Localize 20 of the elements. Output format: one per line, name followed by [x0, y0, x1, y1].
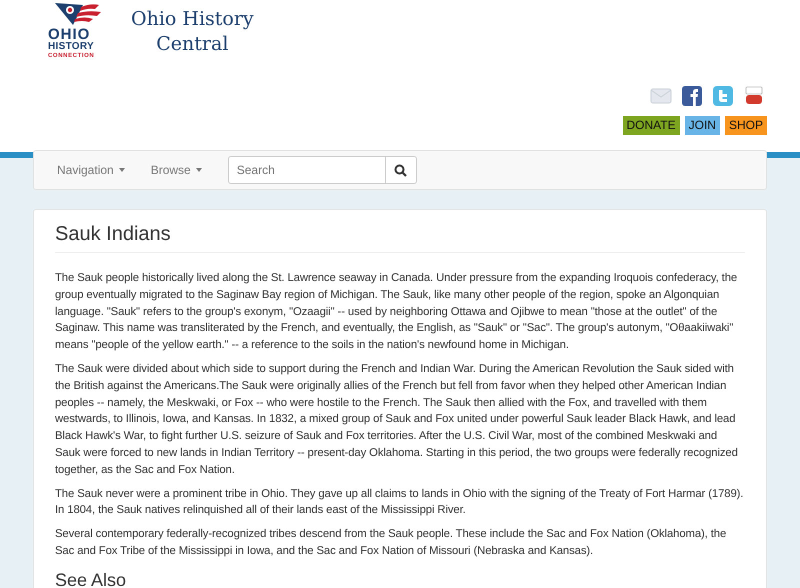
paragraph: The Sauk were divided about which side to support during the French and Indian War. During the American Revolution the Sauk sided with the British against the Americans.The Sauk were originally allies of the French but fell from favor when they helped other American Indian peoples -- namely, the Meskwaki, or Fox -- who were hostile to the French. The Sauk then allied with the Fox, and travelled with them westwards, to Illinois, Iowa, and Kansas. In 1832, a mixed group of Sauk and Fox united under powerful Sauk leader Black Hawk, and lead Black Hawk's War, to fight further U.S. seizure of Sauk and Fox territories. After the U.S. Civil War, most of the combined Meskwaki and Sauk were forced to new lands in Indian Territory -- present-day Oklahoma. Starting in this period, the two groups were federally recognized together, as the Sac and Fox Nation. [55, 362, 739, 478]
article-title: Sauk Indians [55, 223, 745, 253]
site-title[interactable]: Ohio History Central [131, 0, 254, 57]
paragraph: The Sauk people historically lived along the St. Lawrence seaway in Canada. Under pressure from the expanding Iroquois confederacy, the group eventually migrated to the Saginaw Bay region of Michigan. The Sauk, like many other people of the region, spoke an Algonquian language. "Sauk" refers to the group's exonym, "Ozaagii" -- used by neighboring Ottawa and Ojibwe to mean "those at the outlet" of the Saginaw. This name was transliterated by the French, and eventually, the English, as "Sauk" or "Sac". The group's autonym, "Oθaakiiwaki" means "people of the yellow earth." -- a reference to the soils in the nation's newfound home in Michigan. [55, 271, 738, 354]
search-button[interactable] [386, 156, 417, 184]
logo-text: OHIO [48, 27, 90, 42]
search-field[interactable]: Search [228, 156, 386, 184]
action-button[interactable]: JOIN [684, 116, 720, 135]
paragraph: The Sauk never were a prominent tribe in Ohio. They gave up all claims to lands in Ohio with the signing of the Treaty of Fort Harmar (1789). In 1804, the Sauk natives relinquished all of their lands east of the Mississippi River. [55, 486, 744, 518]
caret-icon [196, 168, 202, 172]
section-heading: See Also [55, 570, 128, 588]
caret-icon [118, 168, 125, 172]
action-button[interactable]: DONATE [622, 116, 680, 135]
action-button[interactable]: SHOP [724, 116, 767, 135]
search-icon [394, 164, 408, 176]
facebook-icon[interactable] [681, 85, 703, 107]
logo-text: HISTORY [48, 42, 94, 52]
paragraph: Several contemporary federally-recognized tribes descend from the Sauk people. These include the Sac and Fox Nation (Oklahoma), the Sac and Fox Tribe of the Mississippi in Iowa, and the Sac and Fox Nation of Missouri (Nebraska and Kansas). [55, 527, 728, 559]
menu-dropdown[interactable]: Browse [138, 163, 215, 177]
menu-dropdown[interactable]: Navigation [44, 163, 138, 177]
